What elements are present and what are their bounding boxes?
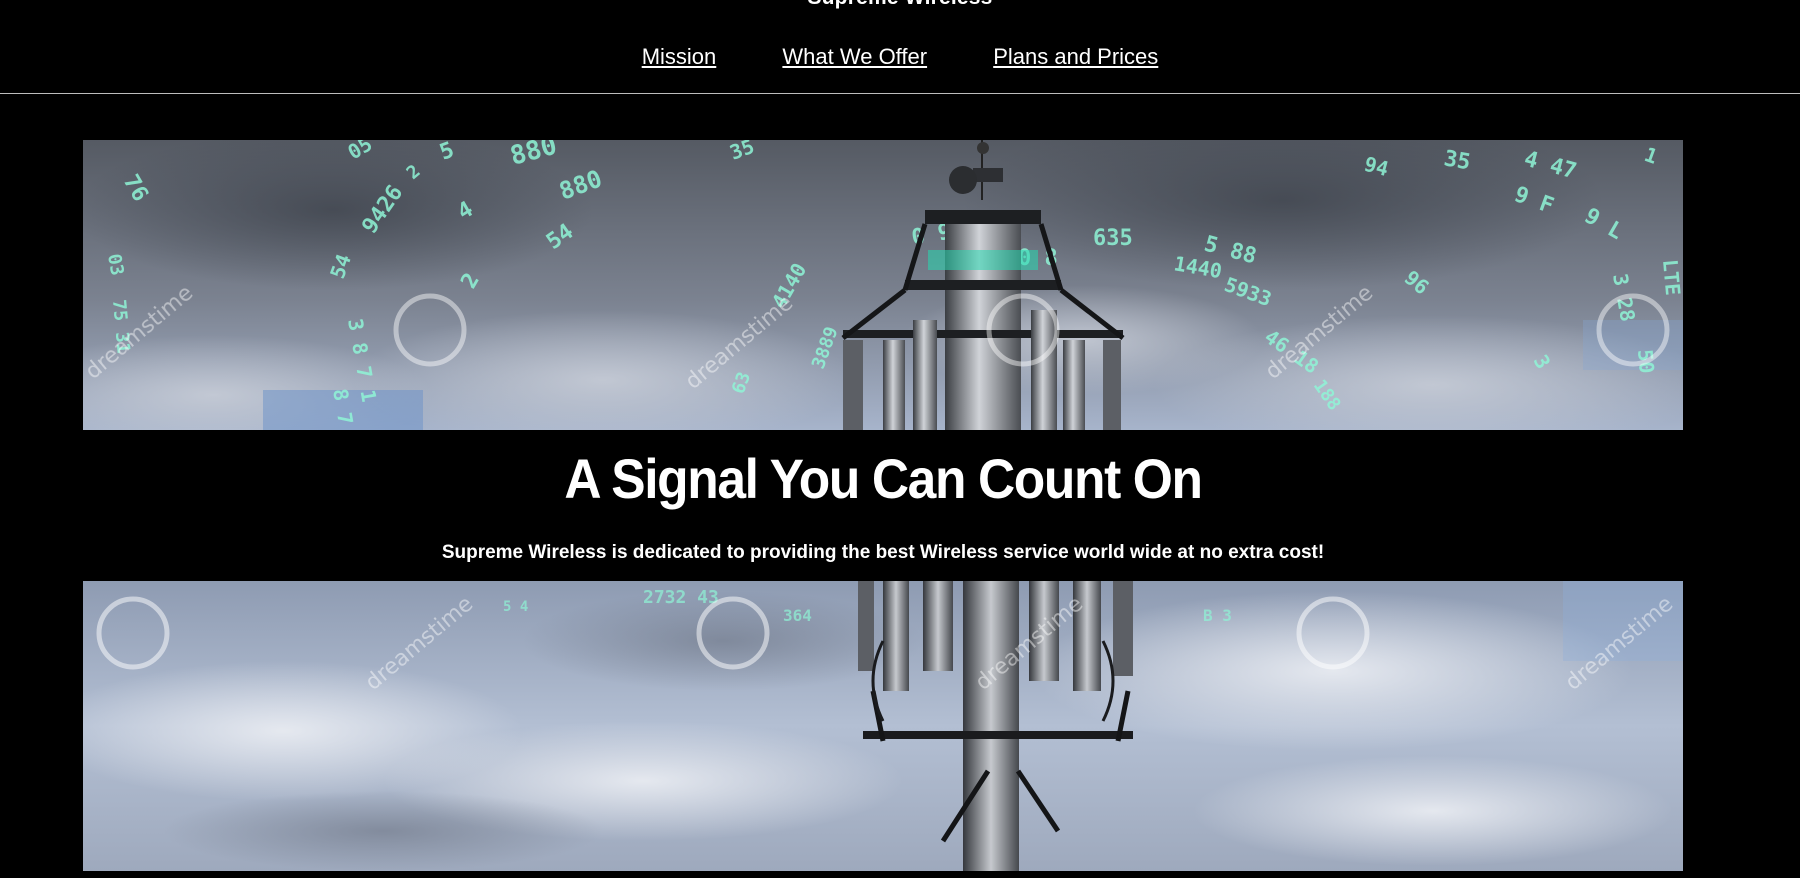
cell-tower-sky-image: 76 03 75 31 05 5 880 2 9426 4 2 54 3 8 7… <box>83 140 1683 430</box>
svg-text:364: 364 <box>783 606 812 625</box>
svg-text:35: 35 <box>1442 146 1472 175</box>
svg-text:635: 635 <box>1093 226 1133 251</box>
svg-text:5 4: 5 4 <box>503 599 528 615</box>
site-title: Supreme Wireless <box>0 0 1800 10</box>
svg-text:LTE: LTE <box>1658 258 1683 296</box>
svg-text:B 3: B 3 <box>1203 606 1232 625</box>
main-nav: Mission What We Offer Plans and Prices <box>0 44 1800 70</box>
hero-image-bottom: 2732 43 364 B 3 5 4 dreamstime dreamstim… <box>83 581 1683 871</box>
nav-link-what-we-offer[interactable]: What We Offer <box>782 44 927 69</box>
nav-link-plans-and-prices[interactable]: Plans and Prices <box>993 44 1158 69</box>
svg-text:03: 03 <box>103 252 127 277</box>
hero-image-top: 76 03 75 31 05 5 880 2 9426 4 2 54 3 8 7… <box>83 140 1683 430</box>
nav-link-mission[interactable]: Mission <box>642 44 717 69</box>
svg-text:2732 43: 2732 43 <box>643 587 719 608</box>
cell-tower-clouds-image: 2732 43 364 B 3 5 4 dreamstime dreamstim… <box>83 581 1683 871</box>
hero-tagline: Supreme Wireless is dedicated to providi… <box>441 542 1325 563</box>
hero-headline: A Signal You Can Count On <box>564 447 1203 510</box>
site-header: Supreme Wireless Mission What We Offer P… <box>0 0 1800 94</box>
